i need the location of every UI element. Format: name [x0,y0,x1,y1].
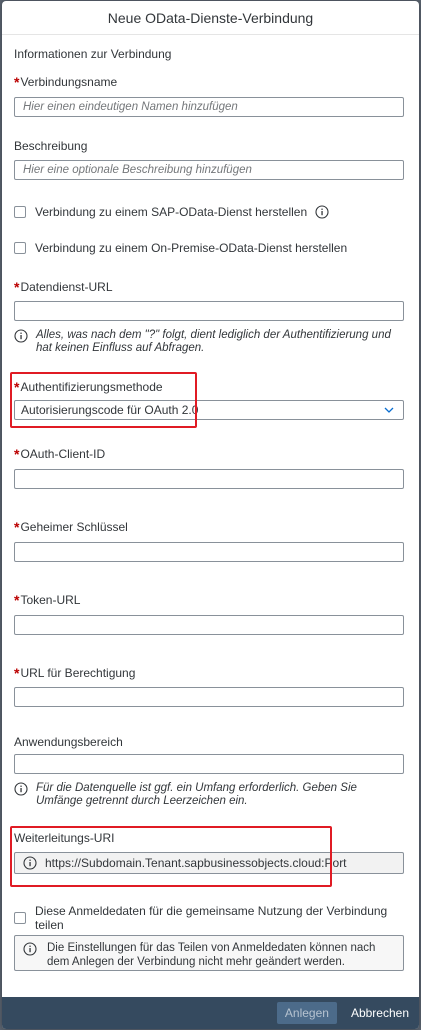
cancel-button[interactable]: Abbrechen [345,1002,415,1024]
required-marker: * [14,74,20,90]
required-marker: * [14,519,20,535]
required-marker: * [14,379,20,395]
chevron-down-icon[interactable] [383,404,395,416]
scope-hint: Für die Datenquelle ist ggf. ein Umfang … [14,782,406,808]
share-credentials-checkbox[interactable] [14,912,26,924]
share-credentials-row[interactable]: Diese Anmeldedaten für die gemeinsame Nu… [14,904,419,932]
data-service-url-input[interactable] [14,301,404,321]
required-marker: * [14,446,20,462]
auth-method-select[interactable]: Autorisierungscode für OAuth 2.0 [14,400,404,420]
auth-url-label: *URL für Berechtigung [14,665,136,681]
oauth-client-id-input[interactable] [14,469,404,489]
secret-key-input[interactable] [14,542,404,562]
info-icon [14,782,28,796]
required-marker: * [14,665,20,681]
description-input[interactable] [14,160,404,180]
sap-odata-checkbox-row[interactable]: Verbindung zu einem SAP-OData-Dienst her… [14,205,329,219]
redirect-uri-label: Weiterleitungs-URI [14,831,115,845]
redirect-uri-field[interactable]: https://Subdomain.Tenant.sapbusinessobje… [14,852,404,874]
connection-name-input[interactable] [14,97,404,117]
redirect-uri-value: https://Subdomain.Tenant.sapbusinessobje… [45,856,347,870]
section-title: Informationen zur Verbindung [14,47,172,61]
auth-method-label: *Authentifizierungsmethode [14,379,163,395]
token-url-input[interactable] [14,615,404,635]
description-label: Beschreibung [14,139,88,153]
info-icon[interactable] [315,205,329,219]
scope-label: Anwendungsbereich [14,735,123,749]
sap-odata-checkbox-label: Verbindung zu einem SAP-OData-Dienst her… [35,205,308,219]
dialog-header: Neue OData-Dienste-Verbindung [2,1,419,35]
create-button[interactable]: Anlegen [276,1002,337,1024]
dialog-title: Neue OData-Dienste-Verbindung [107,9,314,26]
dialog-footer: Anlegen Abbrechen [2,997,419,1029]
required-marker: * [14,592,20,608]
scope-input[interactable] [14,754,404,774]
oauth-client-id-label: *OAuth-Client-ID [14,446,106,462]
onprem-odata-checkbox[interactable] [14,242,26,254]
auth-method-selected-value: Autorisierungscode für OAuth 2.0 [21,403,199,417]
data-service-url-hint: Alles, was nach dem "?" folgt, dient led… [14,329,406,355]
onprem-odata-checkbox-row[interactable]: Verbindung zu einem On-Premise-OData-Die… [14,241,347,255]
share-credentials-label: Diese Anmeldedaten für die gemeinsame Nu… [35,904,388,932]
sap-odata-checkbox[interactable] [14,206,26,218]
dialog: Neue OData-Dienste-Verbindung Informatio… [2,1,419,1029]
info-icon [23,856,37,870]
secret-key-label: *Geheimer Schlüssel [14,519,128,535]
info-icon [23,942,37,956]
auth-url-input[interactable] [14,687,404,707]
dialog-content: Informationen zur Verbindung *Verbindung… [2,35,419,995]
data-service-url-label: *Datendienst-URL [14,279,113,295]
info-icon [14,329,28,343]
token-url-label: *Token-URL [14,592,81,608]
connection-name-label: *Verbindungsname [14,74,118,90]
onprem-odata-checkbox-label: Verbindung zu einem On-Premise-OData-Die… [35,241,348,255]
required-marker: * [14,279,20,295]
share-credentials-note: Die Einstellungen für das Teilen von Anm… [14,935,404,971]
